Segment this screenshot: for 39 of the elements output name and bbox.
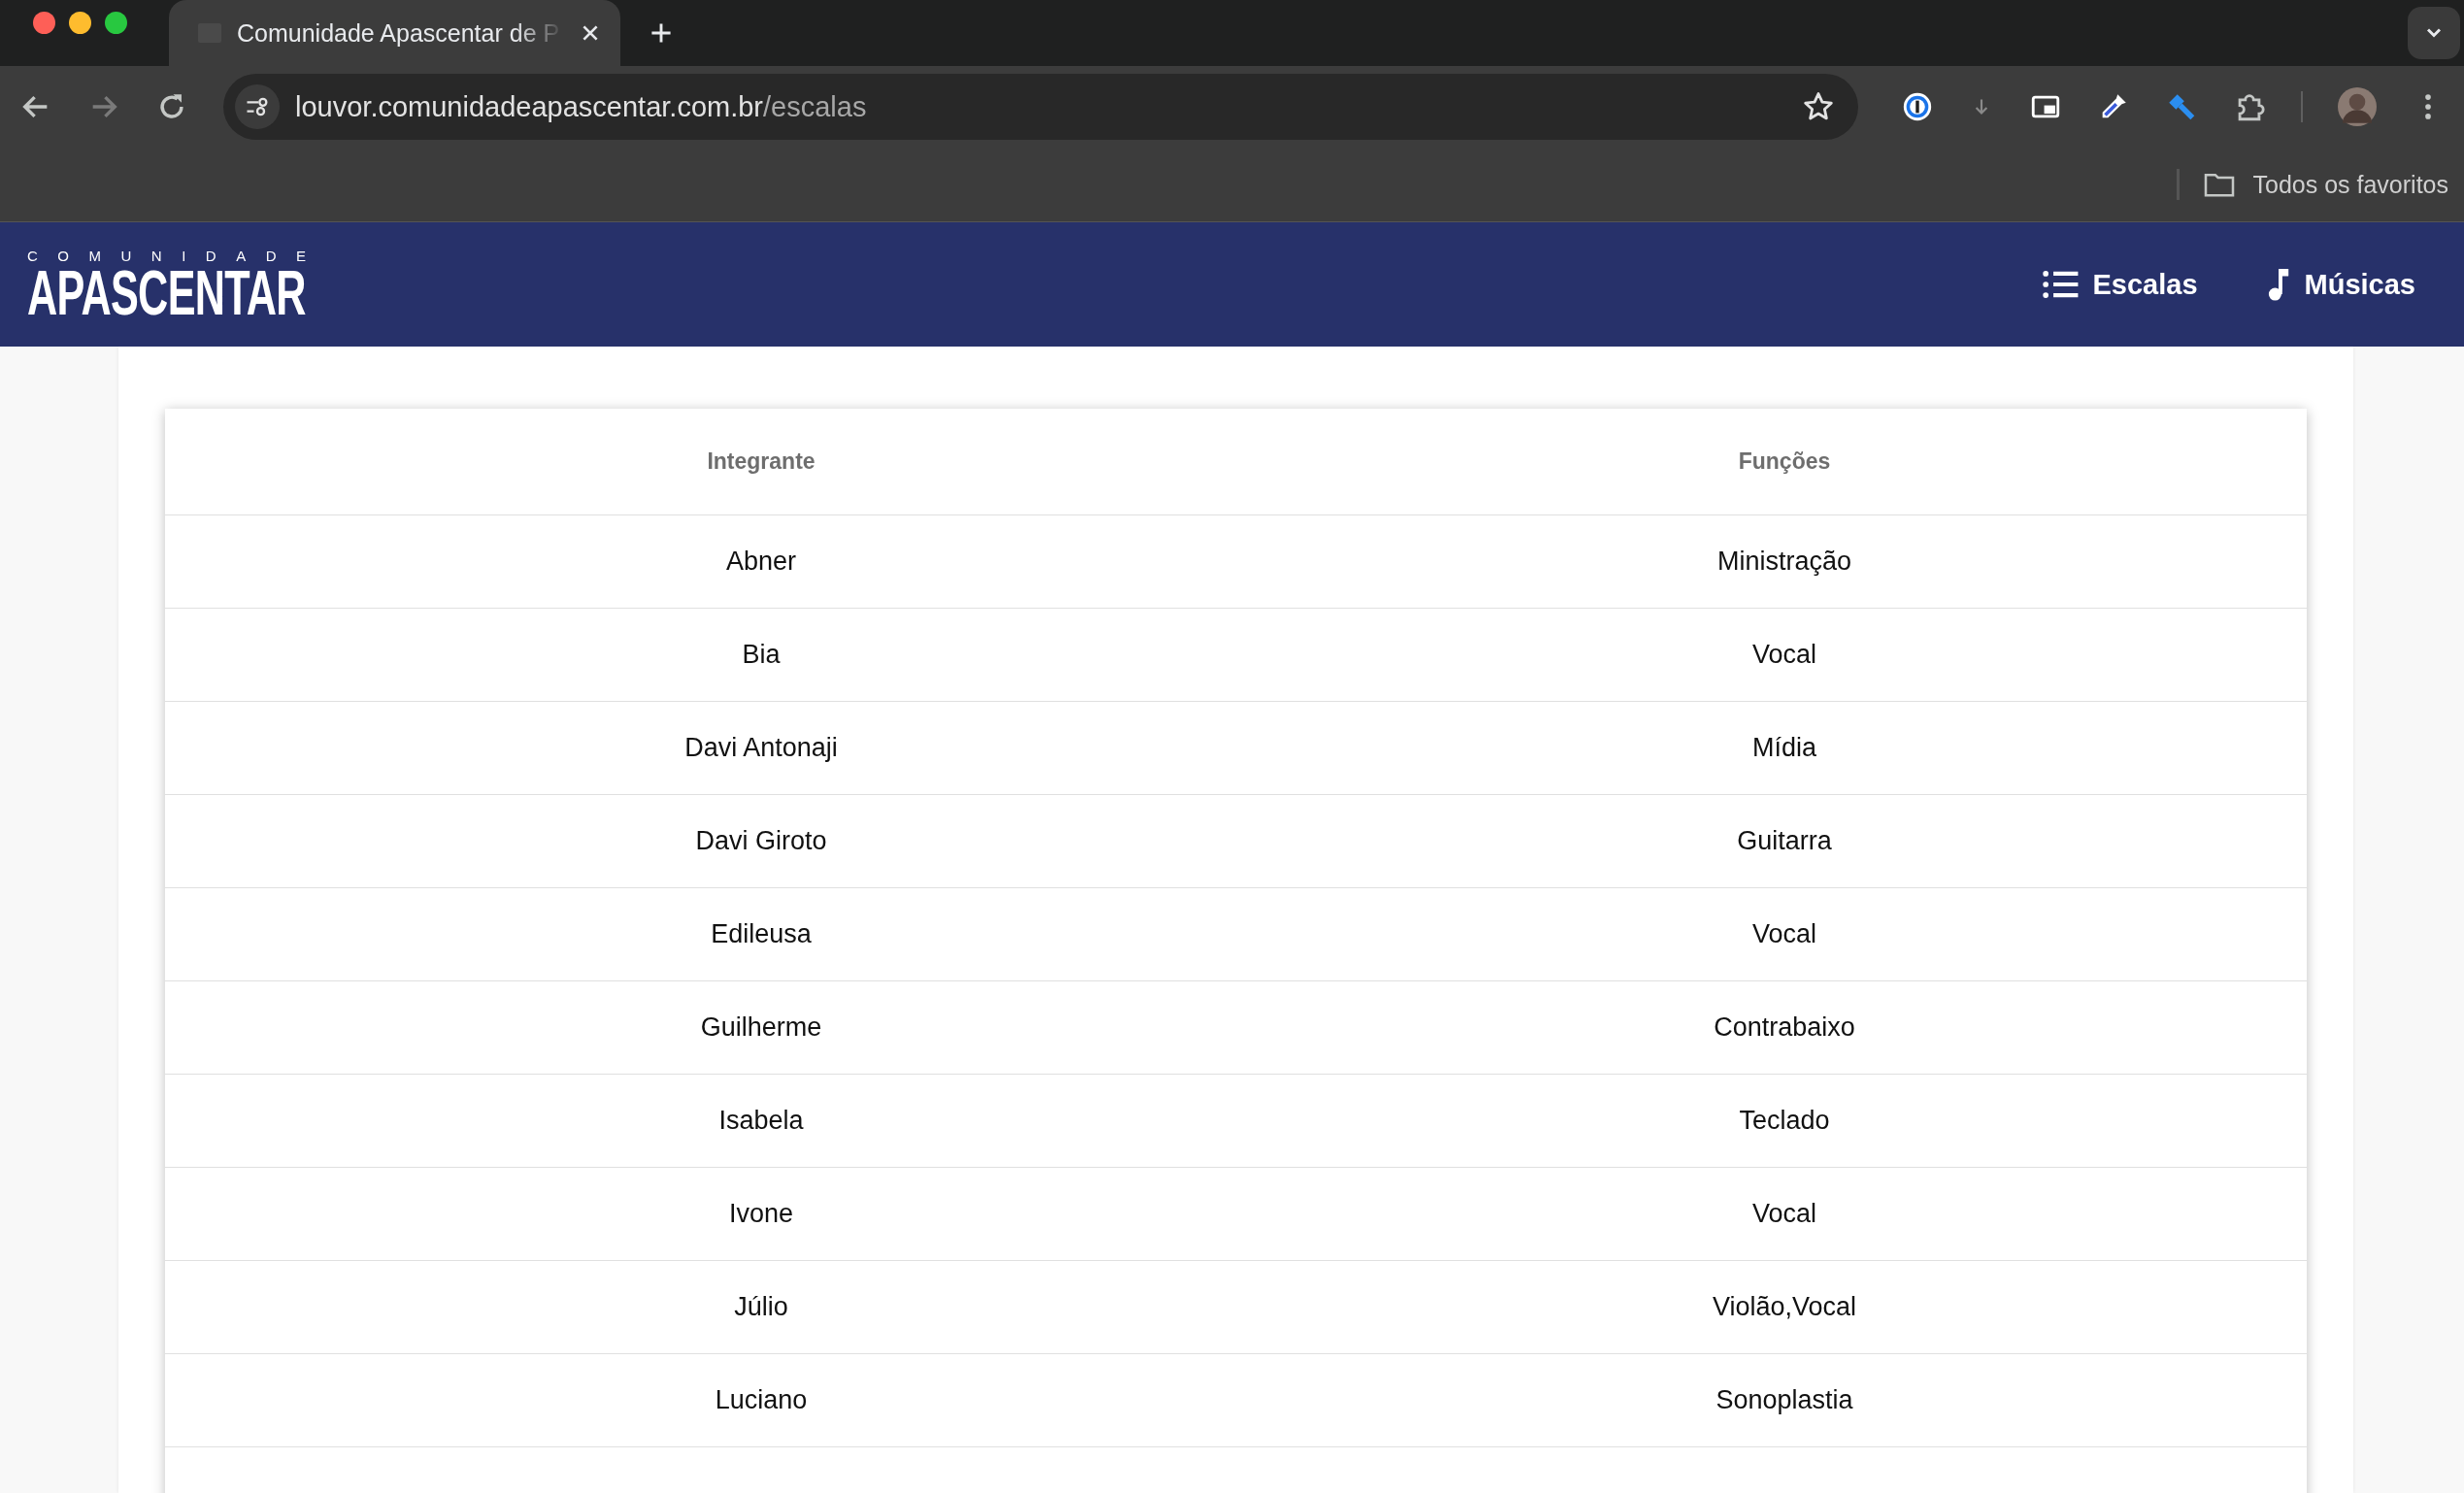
nav-link[interactable]: Escalas — [2042, 266, 2198, 303]
table-cell-text: Sonoplastia — [1715, 1385, 1854, 1415]
table-cell-text: Teclado — [1738, 1106, 1831, 1136]
logo[interactable]: COMUNIDADE APASCENTAR — [27, 248, 309, 321]
table-cell-text: Isabela — [717, 1106, 805, 1136]
table-cell-text: Ministração — [1715, 547, 1852, 577]
table-cell-text: Vocal — [1750, 919, 1818, 949]
table-cell-text: Vocal — [1750, 640, 1818, 670]
zoom-window-button[interactable] — [105, 11, 127, 34]
table-cell-text: Violão,Vocal — [1711, 1292, 1858, 1322]
folder-icon — [2202, 171, 2236, 198]
password-manager-icon[interactable] — [1901, 90, 1934, 123]
column-header: Funções — [1737, 448, 1832, 475]
minimize-window-button[interactable] — [69, 11, 91, 34]
bookmarks-label: Todos os favoritos — [2252, 170, 2448, 199]
address-bar[interactable]: louvor.comunidadeapascentar.com.br/escalas — [223, 74, 1858, 140]
bookmarks-folder[interactable]: Todos os favoritos — [2202, 170, 2448, 199]
table-cell-text: Júlio — [733, 1292, 789, 1322]
table-cell-text: Vocal — [1750, 1199, 1818, 1229]
nav-link[interactable]: Músicas — [2265, 266, 2415, 303]
table-cell-text: Davi Antonaji — [683, 733, 839, 763]
profile-avatar[interactable] — [2338, 87, 2377, 126]
url-text: louvor.comunidadeapascentar.com.br/escalas — [295, 90, 868, 123]
table-cell-text: Ivone — [727, 1199, 795, 1229]
column-header: Integrante — [706, 448, 816, 475]
table-cell-text: Luciano — [714, 1385, 809, 1415]
table-cell-text: Mídia — [1751, 733, 1817, 763]
table-cell-text: Contrabaixo — [1713, 1012, 1856, 1043]
site-settings-icon[interactable] — [235, 84, 280, 129]
browser-tab[interactable]: Comunidade Apascentar de P — [169, 0, 620, 66]
table-cell-text: Davi Giroto — [694, 826, 828, 856]
table-cell-text: Guitarra — [1736, 826, 1833, 856]
close-window-button[interactable] — [33, 11, 55, 34]
table-cell-text: Bia — [741, 640, 782, 670]
table-cell-text: Abner — [724, 547, 798, 577]
list-icon — [2042, 268, 2080, 301]
new-tab-icon[interactable] — [649, 21, 673, 45]
table-cell-text: Edileusa — [710, 919, 813, 949]
table-cell-text: Guilherme — [699, 1012, 823, 1043]
